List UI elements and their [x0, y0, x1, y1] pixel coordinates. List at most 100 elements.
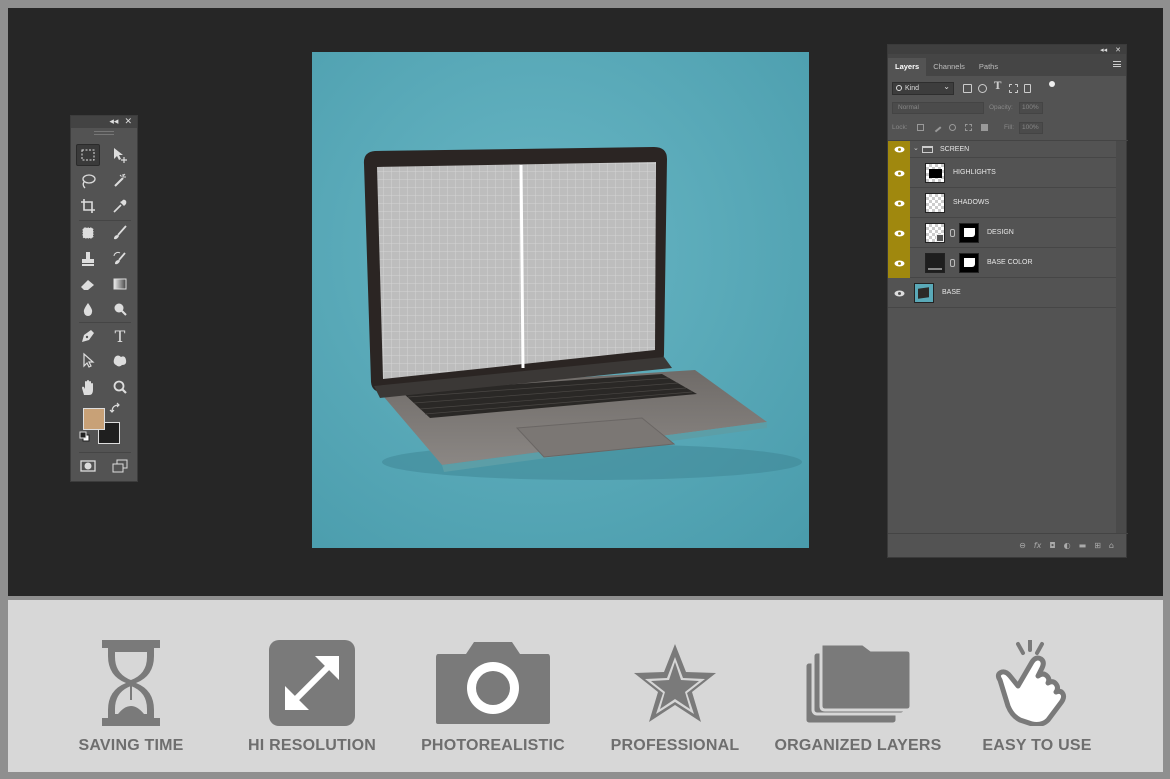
screen-mode-icon[interactable]: [108, 455, 132, 477]
eraser-icon[interactable]: [76, 273, 100, 295]
layer-design[interactable]: DESIGN: [888, 218, 1116, 248]
layer-base[interactable]: BASE: [888, 278, 1116, 308]
marquee-icon[interactable]: [76, 144, 100, 166]
panel-tabs: Layers Channels Paths: [888, 54, 1126, 76]
layer-group-screen[interactable]: ⌄ SCREEN: [888, 141, 1116, 158]
layer-mask-thumbnail[interactable]: [959, 253, 979, 273]
adjustment-layer-icon[interactable]: ◐: [1064, 541, 1071, 550]
hand-tap-icon: [995, 640, 1067, 726]
filter-kind-select[interactable]: Kind: [892, 81, 954, 95]
collapse-icon[interactable]: ◂◂: [1100, 46, 1107, 54]
new-group-icon[interactable]: ▬: [1079, 541, 1087, 550]
visibility-eye-icon[interactable]: [888, 158, 910, 188]
tab-channels[interactable]: Channels: [926, 58, 972, 76]
gradient-icon[interactable]: [108, 273, 132, 295]
collapse-icon[interactable]: ◂◂: [109, 117, 118, 127]
visibility-eye-icon[interactable]: [888, 278, 910, 308]
foreground-color-swatch[interactable]: [83, 408, 105, 430]
shape-icon[interactable]: [108, 350, 132, 372]
tab-layers[interactable]: Layers: [888, 58, 927, 76]
layer-thumbnail: [925, 193, 945, 213]
layer-name: SCREEN: [940, 146, 970, 153]
layer-name: BASE: [942, 289, 961, 296]
eyedropper-icon[interactable]: [108, 195, 132, 217]
layer-shadows[interactable]: SHADOWS: [888, 188, 1116, 218]
visibility-eye-icon[interactable]: [888, 188, 910, 218]
healing-icon[interactable]: [76, 222, 100, 244]
tools-separator: [79, 322, 131, 323]
layer-mask-thumbnail[interactable]: [959, 223, 979, 243]
group-chevron-icon[interactable]: ⌄: [913, 144, 919, 152]
layers-scrollbar[interactable]: [1116, 141, 1126, 533]
lock-artboard-icon[interactable]: [965, 124, 972, 131]
link-icon[interactable]: [950, 259, 955, 267]
visibility-eye-icon[interactable]: [888, 248, 910, 278]
dodge-icon[interactable]: [108, 298, 132, 320]
path-select-icon[interactable]: [76, 350, 100, 372]
lock-all-icon[interactable]: [981, 124, 988, 131]
swap-colors-icon[interactable]: [109, 401, 125, 415]
feature-easy-to-use: EASY TO USE: [942, 600, 1132, 772]
link-icon[interactable]: [950, 229, 955, 237]
default-colors-icon[interactable]: [79, 431, 91, 443]
camera-icon: [436, 642, 550, 724]
delete-layer-icon[interactable]: ⌂: [1109, 541, 1114, 550]
zoom-icon[interactable]: [108, 377, 132, 399]
add-mask-icon[interactable]: ◘: [1049, 541, 1055, 550]
tools-panel-header: ◂◂ ✕: [71, 116, 137, 128]
opacity-label: Opacity:: [989, 104, 1013, 111]
hourglass-icon: [102, 640, 160, 726]
filter-toggle-icon[interactable]: [1049, 81, 1055, 87]
expand-icon: [269, 640, 355, 726]
type-glyph: T: [114, 326, 126, 346]
layer-name: DESIGN: [987, 229, 1014, 236]
page-frame: ◂◂ ✕ T ◂◂ ✕ Layers Channels Paths Kind ⌄…: [0, 0, 1170, 779]
quick-mask-icon[interactable]: [76, 455, 100, 477]
feature-label: EASY TO USE: [982, 737, 1092, 754]
lasso-icon[interactable]: [76, 170, 100, 192]
filter-adjustment-icon[interactable]: [978, 84, 987, 93]
layer-base-color[interactable]: BASE COLOR: [888, 248, 1116, 278]
blur-icon[interactable]: [76, 298, 100, 320]
layer-thumbnail: [914, 283, 934, 303]
visibility-eye-icon[interactable]: [888, 218, 910, 248]
document-canvas[interactable]: [312, 52, 809, 548]
hand-icon[interactable]: [76, 377, 100, 399]
brush-icon[interactable]: [108, 222, 132, 244]
feature-photorealistic: PHOTOREALISTIC: [398, 600, 588, 772]
panel-menu-icon[interactable]: [1113, 61, 1121, 67]
crop-icon[interactable]: [76, 195, 100, 217]
blend-mode-select[interactable]: Normal: [892, 102, 984, 114]
layer-name: HIGHLIGHTS: [953, 169, 996, 176]
visibility-eye-icon[interactable]: [888, 141, 910, 158]
tools-panel: ◂◂ ✕ T: [70, 115, 138, 482]
filter-type-icon[interactable]: T: [994, 81, 1001, 92]
lock-transparent-icon[interactable]: [917, 124, 924, 131]
stamp-icon[interactable]: [76, 248, 100, 270]
feature-saving-time: SAVING TIME: [36, 600, 226, 772]
fill-field[interactable]: 100%: [1019, 122, 1043, 134]
panel-grip[interactable]: [94, 131, 114, 135]
type-icon[interactable]: T: [108, 325, 132, 347]
link-layers-icon[interactable]: ⊖: [1019, 541, 1026, 550]
close-icon[interactable]: ✕: [124, 117, 132, 127]
feature-label: ORGANIZED LAYERS: [774, 737, 942, 754]
layer-name: SHADOWS: [953, 199, 990, 206]
lock-image-icon[interactable]: [931, 122, 942, 133]
folder-icon: [922, 146, 933, 153]
close-icon[interactable]: ✕: [1115, 46, 1121, 54]
pen-icon[interactable]: [76, 325, 100, 347]
fx-icon[interactable]: fx: [1034, 541, 1042, 550]
layers-panel: ◂◂ ✕ Layers Channels Paths Kind T Normal…: [887, 44, 1128, 558]
history-brush-icon[interactable]: [108, 248, 132, 270]
tab-paths[interactable]: Paths: [972, 58, 1005, 76]
move-icon[interactable]: [108, 144, 132, 166]
filter-shape-icon[interactable]: [1009, 84, 1018, 93]
layer-highlights[interactable]: HIGHLIGHTS: [888, 158, 1116, 188]
opacity-field[interactable]: 100%: [1019, 102, 1043, 114]
filter-smart-object-icon[interactable]: [1024, 84, 1031, 93]
magic-wand-icon[interactable]: [108, 170, 132, 192]
new-layer-icon[interactable]: ⊞: [1094, 541, 1101, 550]
filter-pixel-icon[interactable]: [963, 84, 972, 93]
lock-position-icon[interactable]: [949, 124, 956, 131]
